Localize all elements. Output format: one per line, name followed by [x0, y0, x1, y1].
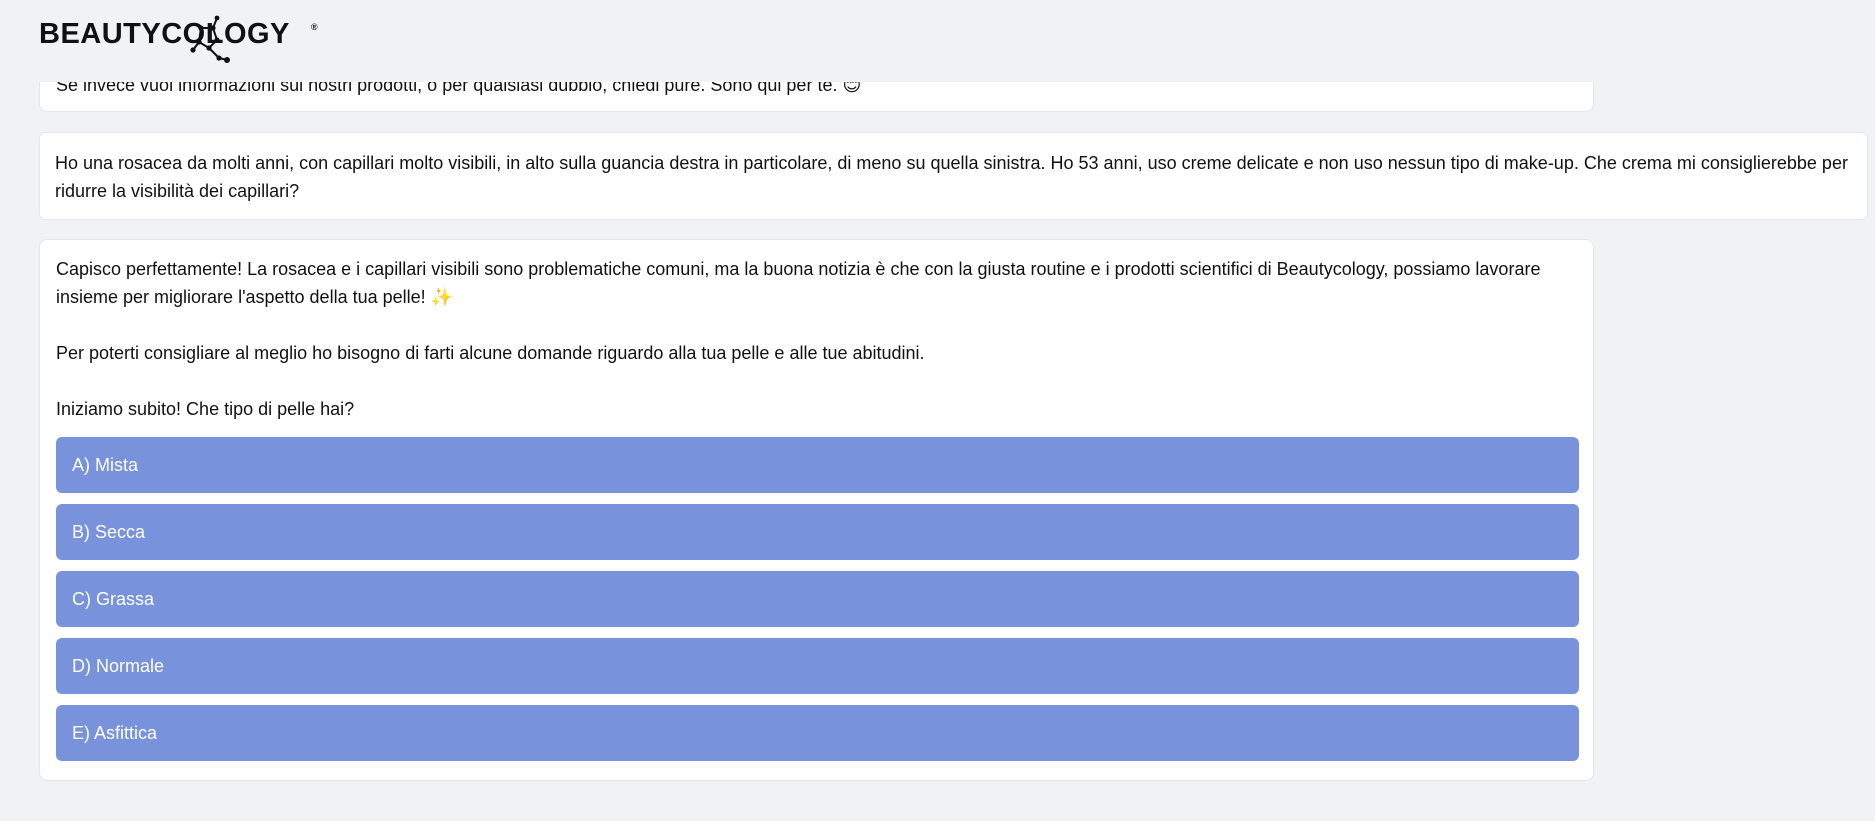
bot-message: Capisco perfettamente! La rosacea e i ca…: [39, 239, 1594, 781]
bot-message-paragraph: Per poterti consigliare al meglio ho bis…: [56, 343, 925, 363]
registered-mark: ®: [311, 22, 318, 32]
user-message: Ho una rosacea da molti anni, con capill…: [39, 132, 1868, 220]
option-normale-button[interactable]: D) Normale: [56, 638, 1579, 694]
bot-message-paragraph: Capisco perfettamente! La rosacea e i ca…: [56, 259, 1541, 307]
option-asfittica-button[interactable]: E) Asfittica: [56, 705, 1579, 761]
skin-type-options: A) Mista B) Secca C) Grassa D) Normale E…: [56, 437, 1579, 761]
header: BEAUTYCOLOGY ®: [0, 0, 1875, 82]
option-mista-button[interactable]: A) Mista: [56, 437, 1579, 493]
molecule-icon: [190, 15, 230, 63]
chat-page: BEAUTYCOLOGY ® Se invece vuoi informazio…: [0, 0, 1875, 821]
option-grassa-button[interactable]: C) Grassa: [56, 571, 1579, 627]
bot-question: Iniziamo subito! Che tipo di pelle hai?: [56, 399, 355, 419]
user-message-text: Ho una rosacea da molti anni, con capill…: [55, 153, 1848, 201]
option-secca-button[interactable]: B) Secca: [56, 504, 1579, 560]
beautycology-logo[interactable]: BEAUTYCOLOGY ®: [39, 14, 318, 66]
